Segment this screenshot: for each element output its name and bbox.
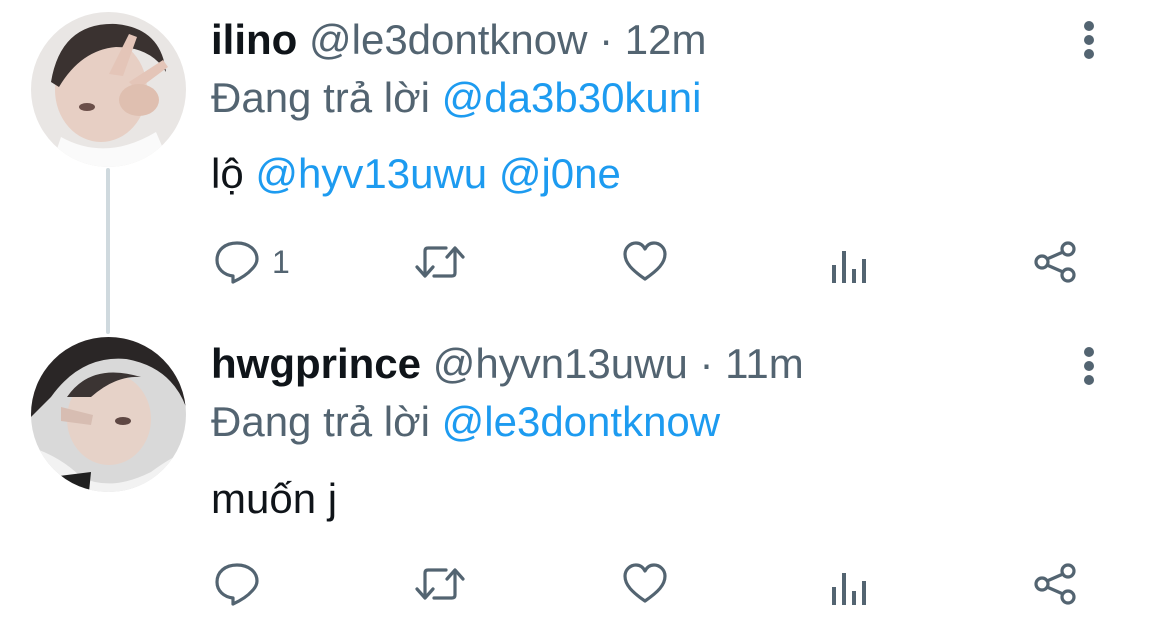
more-vertical-icon	[1084, 347, 1094, 385]
share-button[interactable]	[1031, 559, 1079, 609]
share-icon	[1034, 563, 1076, 605]
display-name[interactable]: hwgprince	[211, 340, 421, 387]
avatar-photo-icon	[31, 337, 186, 492]
replying-to-label: Đang trả lời	[211, 398, 430, 445]
reply-icon	[215, 563, 259, 606]
avatar[interactable]	[31, 337, 186, 492]
tweet-text: muốn j	[211, 473, 337, 525]
handle[interactable]: @hyvn13uwu	[433, 340, 688, 387]
tweet-2[interactable]: hwgprince @hyvn13uwu · 11m Đang trả lời …	[0, 0, 1152, 606]
retweet-button[interactable]	[414, 559, 466, 609]
reply-button[interactable]	[214, 559, 272, 609]
views-icon	[832, 573, 866, 605]
retweet-icon	[415, 568, 465, 600]
more-options-button[interactable]	[1072, 344, 1106, 388]
tweet-text-plain: muốn j	[211, 475, 338, 522]
timestamp[interactable]: · 11m	[700, 340, 804, 387]
like-icon	[623, 563, 667, 603]
reply-to-mention[interactable]: @le3dontknow	[442, 398, 720, 445]
tweet-header: hwgprince @hyvn13uwu · 11m	[211, 338, 804, 390]
views-button[interactable]	[830, 562, 870, 612]
replying-to: Đang trả lời @le3dontknow	[211, 396, 720, 448]
like-button[interactable]	[622, 559, 668, 609]
